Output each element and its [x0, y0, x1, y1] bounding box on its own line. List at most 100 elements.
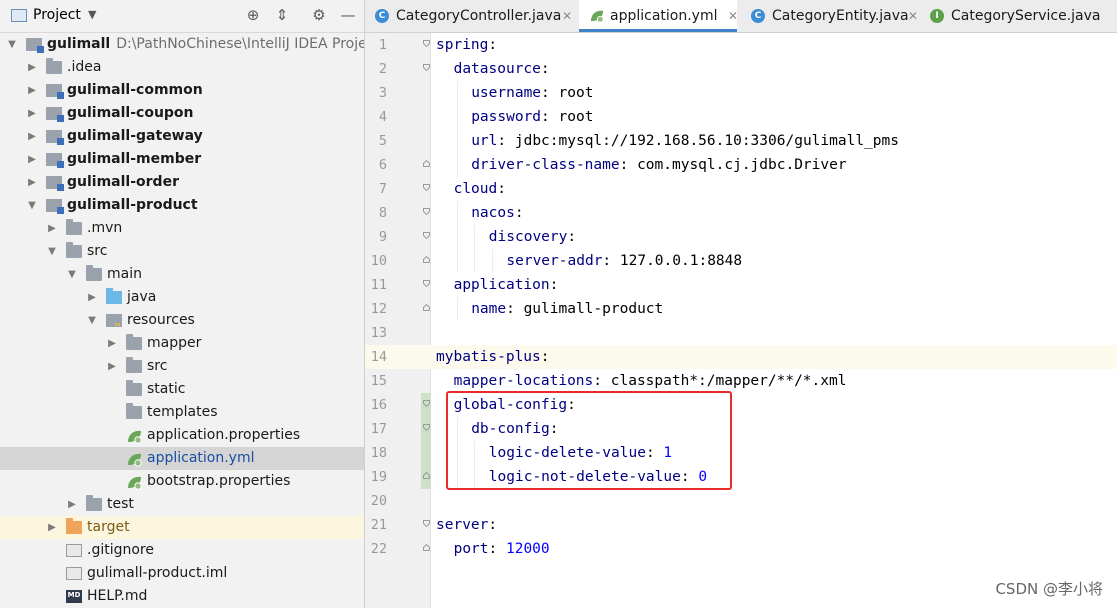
- code-line[interactable]: 14 mybatis-plus:: [365, 345, 1117, 369]
- yaml-separator: :: [497, 133, 515, 149]
- code-line[interactable]: 13: [365, 321, 1117, 345]
- fold-open-icon[interactable]: [423, 424, 430, 431]
- fold-close-icon[interactable]: [423, 544, 430, 551]
- collapsed-arrow-icon[interactable]: ▶: [66, 493, 78, 516]
- code-editor[interactable]: 1 spring: 2 datasource: 3 username: root 4 pass…: [365, 33, 1117, 608]
- tree-node[interactable]: bootstrap.properties: [0, 470, 364, 493]
- fold-open-icon[interactable]: [423, 232, 430, 239]
- tree-node[interactable]: ▶ src: [0, 355, 364, 378]
- collapsed-arrow-icon[interactable]: ▶: [26, 148, 38, 171]
- code-line[interactable]: 1 spring:: [365, 33, 1117, 57]
- collapsed-arrow-icon[interactable]: ▶: [26, 56, 38, 79]
- code-line[interactable]: 4 password: root: [365, 105, 1117, 129]
- fold-open-icon[interactable]: [423, 520, 430, 527]
- fold-open-icon[interactable]: [423, 208, 430, 215]
- tree-node[interactable]: ▶ .idea: [0, 56, 364, 79]
- fold-close-icon[interactable]: [423, 304, 430, 311]
- code-line[interactable]: 3 username: root: [365, 81, 1117, 105]
- tree-node[interactable]: ▶ gulimall-member: [0, 148, 364, 171]
- editor-tab[interactable]: application.yml ✕: [579, 0, 738, 32]
- chevron-down-icon[interactable]: ▼: [88, 8, 96, 21]
- tree-node[interactable]: ▶ gulimall-order: [0, 171, 364, 194]
- yaml-key: name: [471, 301, 507, 317]
- code-line[interactable]: 9 discovery:: [365, 225, 1117, 249]
- fold-open-icon[interactable]: [423, 64, 430, 71]
- tree-node[interactable]: ▼ gulimall D:\PathNoChinese\IntelliJ IDEA …: [0, 33, 364, 56]
- expanded-arrow-icon[interactable]: ▼: [46, 240, 58, 263]
- tree-node[interactable]: templates: [0, 401, 364, 424]
- fold-open-icon[interactable]: [423, 400, 430, 407]
- tree-node[interactable]: ▼ main: [0, 263, 364, 286]
- fold-open-icon[interactable]: [423, 40, 430, 47]
- collapsed-arrow-icon[interactable]: ▶: [26, 171, 38, 194]
- code-line[interactable]: 12 name: gulimall-product: [365, 297, 1117, 321]
- code-line[interactable]: 2 datasource:: [365, 57, 1117, 81]
- code-line[interactable]: 10 server-addr: 127.0.0.1:8848: [365, 249, 1117, 273]
- code-line[interactable]: 7 cloud:: [365, 177, 1117, 201]
- expanded-arrow-icon[interactable]: ▼: [26, 194, 38, 217]
- fold-close-icon[interactable]: [423, 472, 430, 479]
- collapse-all-icon[interactable]: ⇕: [272, 5, 292, 25]
- tree-node[interactable]: ▼ src: [0, 240, 364, 263]
- tree-node[interactable]: application.yml: [0, 447, 364, 470]
- tree-node[interactable]: .gitignore: [0, 539, 364, 562]
- code-line[interactable]: 20: [365, 489, 1117, 513]
- module-icon: [46, 153, 64, 168]
- fold-open-icon[interactable]: [423, 280, 430, 287]
- locate-icon[interactable]: ⊕: [243, 5, 263, 25]
- collapsed-arrow-icon[interactable]: ▶: [86, 286, 98, 309]
- expanded-arrow-icon[interactable]: ▼: [66, 263, 78, 286]
- tab-label: application.yml: [610, 8, 718, 24]
- editor-tab[interactable]: I CategoryService.java: [920, 0, 1117, 32]
- fold-open-icon[interactable]: [423, 184, 430, 191]
- gear-icon[interactable]: ⚙: [309, 5, 329, 25]
- tree-node[interactable]: ▶ gulimall-common: [0, 79, 364, 102]
- indent-guide: [456, 201, 458, 225]
- editor-tab[interactable]: C CategoryEntity.java ✕: [741, 0, 918, 32]
- tree-node[interactable]: static: [0, 378, 364, 401]
- editor-tab[interactable]: C CategoryController.java ✕: [365, 0, 575, 32]
- resources-folder-icon: [106, 314, 122, 327]
- code-line[interactable]: 11 application:: [365, 273, 1117, 297]
- tree-node[interactable]: ▶ target: [0, 516, 364, 539]
- tree-node[interactable]: ▶ .mvn: [0, 217, 364, 240]
- project-view-selector[interactable]: Project: [33, 7, 81, 23]
- tree-node[interactable]: ▶ test: [0, 493, 364, 516]
- hide-panel-icon[interactable]: —: [338, 5, 358, 25]
- expanded-arrow-icon[interactable]: ▼: [86, 309, 98, 332]
- expanded-arrow-icon[interactable]: ▼: [6, 33, 18, 56]
- tree-node[interactable]: ▶ mapper: [0, 332, 364, 355]
- collapsed-arrow-icon[interactable]: ▶: [106, 332, 118, 355]
- tree-node[interactable]: gulimall-product.iml: [0, 562, 364, 585]
- close-icon[interactable]: ✕: [908, 0, 918, 32]
- collapsed-arrow-icon[interactable]: ▶: [26, 125, 38, 148]
- collapsed-arrow-icon[interactable]: ▶: [106, 355, 118, 378]
- yaml-value: 127.0.0.1:8848: [619, 253, 743, 269]
- tree-node[interactable]: MD HELP.md: [0, 585, 364, 608]
- tree-node[interactable]: ▶ gulimall-coupon: [0, 102, 364, 125]
- tree-node[interactable]: ▶ gulimall-gateway: [0, 125, 364, 148]
- line-number: 2: [378, 61, 387, 77]
- code-text: driver-class-name: com.mysql.cj.jdbc.Dri…: [471, 153, 846, 177]
- tree-node[interactable]: ▶ java: [0, 286, 364, 309]
- collapsed-arrow-icon[interactable]: ▶: [46, 516, 58, 539]
- code-line[interactable]: 5 url: jdbc:mysql://192.168.56.10:3306/gu…: [365, 129, 1117, 153]
- collapsed-arrow-icon[interactable]: ▶: [26, 79, 38, 102]
- collapsed-arrow-icon[interactable]: ▶: [26, 102, 38, 125]
- code-line[interactable]: 8 nacos:: [365, 201, 1117, 225]
- tree-node-label: gulimall-coupon: [67, 102, 194, 125]
- code-line[interactable]: 6 driver-class-name: com.mysql.cj.jdbc.Dr…: [365, 153, 1117, 177]
- close-icon[interactable]: ✕: [728, 0, 738, 32]
- close-icon[interactable]: ✕: [562, 0, 572, 32]
- tree-node-label: test: [107, 493, 134, 516]
- tree-node[interactable]: application.properties: [0, 424, 364, 447]
- tree-node[interactable]: ▼ gulimall-product: [0, 194, 364, 217]
- code-line[interactable]: 21 server:: [365, 513, 1117, 537]
- code-line[interactable]: 15 mapper-locations: classpath*:/mapper/*…: [365, 369, 1117, 393]
- tree-node[interactable]: ▼ resources: [0, 309, 364, 332]
- tree-node-label: gulimall-product: [67, 194, 198, 217]
- code-line[interactable]: 22 port: 12000: [365, 537, 1117, 561]
- fold-close-icon[interactable]: [423, 160, 430, 167]
- fold-close-icon[interactable]: [423, 256, 430, 263]
- collapsed-arrow-icon[interactable]: ▶: [46, 217, 58, 240]
